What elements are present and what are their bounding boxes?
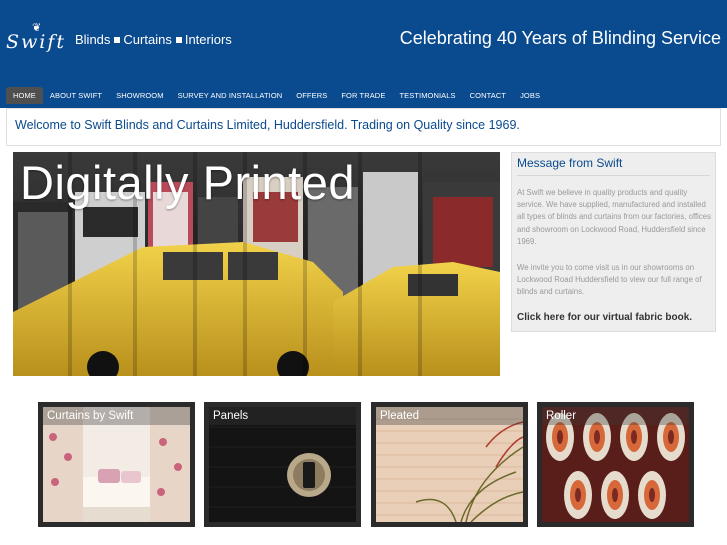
tile-label: Panels [209,407,356,425]
tagline-curtains: Curtains [123,32,172,47]
pleated-image: Pleated [376,407,523,522]
nav-home[interactable]: HOME [6,87,43,104]
site-header: ❦ Swift Blinds Curtains Interiors Celebrat… [0,0,727,108]
tile-curtains[interactable]: Curtains by Swift [38,402,195,527]
nav-contact[interactable]: CONTACT [463,87,513,104]
message-title: Message from Swift [517,156,623,170]
panels-image: Panels [209,407,356,522]
nav-jobs[interactable]: JOBS [513,87,547,104]
roller-image: Roller [542,407,689,522]
tile-roller[interactable]: Roller [537,402,694,527]
tagline-blinds: Blinds [75,32,111,47]
welcome-bar: Welcome to Swift Blinds and Curtains Lim… [6,108,721,146]
swift-logo[interactable]: ❦ Swift [6,21,67,53]
nav-testimonials[interactable]: TESTIMONIALS [392,87,462,104]
nav-showroom[interactable]: SHOWROOM [109,87,170,104]
fabric-book-link[interactable]: Click here for our virtual fabric book. [517,312,692,323]
tile-panels[interactable]: Panels [204,402,361,527]
brand-tagline: Blinds Curtains Interiors [75,32,232,47]
celebration-heading: Celebrating 40 Years of Blinding Service [399,28,721,48]
nav-for-trade[interactable]: FOR TRADE [334,87,392,104]
square-bullet-icon [175,37,182,43]
message-paragraph-1: At Swift we believe in quality products … [517,188,712,246]
hero-title: Digitally Printed [20,156,356,209]
curtains-image: Curtains by Swift [43,407,190,522]
tile-pleated[interactable]: Pleated [371,402,528,527]
tile-label: Roller [542,407,689,425]
hero-banner[interactable]: Digitally Printed [13,152,500,376]
nav-about-swift[interactable]: ABOUT SWIFT [43,87,109,104]
message-panel: Message from Swift At Swift we believe i… [511,152,716,332]
tile-label: Pleated [376,407,523,425]
welcome-message: Welcome to Swift Blinds and Curtains Lim… [15,118,520,132]
message-paragraph-2: We invite you to come visit us in our sh… [517,263,702,297]
nav-survey-and-installation[interactable]: SURVEY AND INSTALLATION [171,87,290,104]
tile-label: Curtains by Swift [43,407,190,425]
square-bullet-icon [114,37,121,43]
tagline-interiors: Interiors [184,32,232,47]
message-divider [517,175,710,176]
nav-offers[interactable]: OFFERS [289,87,334,104]
logo-text: Swift [6,31,67,53]
main-nav: HOME ABOUT SWIFT SHOWROOM SURVEY AND INS… [6,87,547,104]
